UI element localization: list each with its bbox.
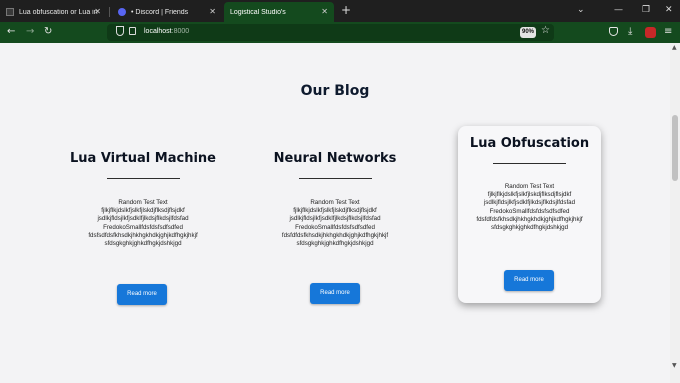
card-text-line: FredokoSmallfdsfdsfsdfsdfed: [103, 223, 183, 231]
tab-title: Lua obfuscation or Lua in gen: [19, 8, 99, 16]
read-more-button[interactable]: Read more: [310, 283, 360, 304]
extension-icon[interactable]: [645, 27, 656, 38]
card-text-line: sfdsgkghkjghkdfhgkjdshkjgd: [490, 224, 569, 232]
card-title: Lua Obfuscation: [469, 136, 590, 151]
browser-tab-strip: Lua obfuscation or Lua in gen ✕ • Discor…: [0, 0, 680, 22]
card-title: Lua Virtual Machine: [70, 151, 216, 166]
browser-tab[interactable]: Lua obfuscation or Lua in gen ✕: [0, 2, 110, 22]
pocket-icon[interactable]: [609, 27, 618, 36]
card-body-text: Random Test Text fjlkjflkjdslkfjslkfjlsk…: [265, 199, 405, 248]
card-title: Neural Networks: [273, 151, 397, 166]
read-more-button[interactable]: Read more: [504, 270, 554, 291]
card-text-line: fjlkjflkjdslkfjslkfjlskdjflksdjflsjdkf: [293, 207, 377, 215]
forward-arrow-icon[interactable]: →: [26, 26, 34, 38]
browser-navigation-bar: ← → ↻ localhost:8000 90% ☆ ⤓ ≡: [0, 22, 680, 43]
card-text-line: jsdlkjfldsjlkfjsdklfjlkdsjflkdsjlfdsfad: [97, 215, 189, 223]
page-content: Our Blog Lua Virtual Machine Random Test…: [0, 43, 670, 383]
card-text-line: fdsfdfdsfkhsdkjhkhgkhdkjghjkdfhgkjhkjf: [476, 215, 583, 223]
close-tab-icon[interactable]: ✕: [321, 7, 328, 17]
bookmark-star-icon[interactable]: ☆: [541, 25, 550, 37]
page-info-icon[interactable]: [129, 27, 136, 35]
tab-title: Logistical Studio's: [230, 8, 286, 16]
card-text-line: sfdsgkghkjghkdfhgkjdshkjgd: [104, 240, 182, 248]
tab-separator: [109, 7, 110, 17]
close-tab-icon[interactable]: ✕: [94, 7, 101, 17]
scroll-down-arrow-icon[interactable]: ▼: [672, 363, 677, 369]
card-body-text: Random Test Text fjlkjflkjdslkfjslkfjlsk…: [460, 183, 600, 232]
restore-window-icon[interactable]: ❐: [642, 4, 650, 16]
minimize-window-icon[interactable]: —: [614, 4, 623, 16]
card-body-text: Random Test Text fjlkjflkjdslkfjslkfjlsk…: [73, 199, 213, 248]
blog-section-title: Our Blog: [300, 83, 370, 99]
card-text-line: FredokoSmallfdsfdsfsdfsdfed: [295, 223, 375, 231]
url-host: localhost: [144, 28, 172, 35]
app-menu-icon[interactable]: ≡: [664, 26, 672, 38]
tab-favicon-icon: [6, 8, 14, 16]
card-text-line: Random Test Text: [310, 199, 360, 206]
blog-card: Neural Networks Random Test Text fjlkjfl…: [253, 143, 417, 313]
card-text-line: FredokoSmallfdsfdsfsdfsdfed: [489, 207, 570, 215]
close-tab-icon[interactable]: ✕: [209, 7, 216, 17]
scrollbar-thumb[interactable]: [672, 115, 678, 181]
new-tab-plus-icon[interactable]: +: [341, 4, 351, 16]
browser-tab-active[interactable]: Logistical Studio's ✕: [224, 2, 334, 22]
card-text-line: fjlkjflkjdslkfjslkfjlskdjflksdjflsjdkf: [101, 207, 185, 215]
browser-tab[interactable]: • Discord | Friends ✕: [112, 2, 222, 22]
card-divider: [493, 163, 566, 164]
card-text-line: jsdlkjfldsjlkfjsdklfjlkdsjflkdsjlfdsfad: [289, 215, 381, 223]
card-text-line: fjlkjflkjdslkfjslkfjlskdjflksdjflsjdkf: [487, 191, 572, 199]
address-bar[interactable]: localhost:8000 90% ☆: [107, 24, 554, 41]
back-arrow-icon[interactable]: ←: [7, 26, 15, 38]
discord-icon: [118, 8, 126, 16]
card-text-line: Random Test Text: [118, 199, 168, 206]
card-text-line: jsdlkjfldsjlkfjsdklfjlkdsjflkdsjlfdsfad: [483, 199, 576, 207]
page-scrollbar[interactable]: ▲ ▼: [670, 43, 680, 383]
blog-card-highlighted: Lua Obfuscation Random Test Text fjlkjfl…: [458, 126, 601, 303]
read-more-button[interactable]: Read more: [117, 284, 167, 305]
reload-icon[interactable]: ↻: [44, 26, 52, 38]
list-all-tabs-chevron-icon[interactable]: ⌄: [577, 4, 585, 16]
shield-icon[interactable]: [116, 26, 124, 36]
zoom-level-badge[interactable]: 90%: [520, 27, 536, 38]
blog-card: Lua Virtual Machine Random Test Text fjl…: [62, 143, 224, 313]
card-divider: [298, 178, 372, 179]
tab-title: • Discord | Friends: [131, 8, 189, 16]
close-window-icon[interactable]: ✕: [665, 4, 673, 16]
url-text: localhost:8000: [144, 28, 189, 35]
card-text-line: fdsfsdfdsfkhsdkjhkhgkhdkjghjkdfhgkjhkjf: [88, 231, 198, 239]
downloads-icon[interactable]: ⤓: [628, 26, 632, 38]
card-text-line: Random Test Text: [504, 183, 555, 190]
card-text-line: fdsfdfdsfkhsdkjhkhgkhdkjghjkdfhgkjhkjf: [281, 231, 389, 239]
scroll-up-arrow-icon[interactable]: ▲: [672, 45, 677, 51]
url-port: :8000: [171, 28, 190, 35]
card-text-line: sfdsgkghkjghkdfhgkjdshkjgd: [296, 240, 374, 248]
card-divider: [106, 178, 180, 179]
